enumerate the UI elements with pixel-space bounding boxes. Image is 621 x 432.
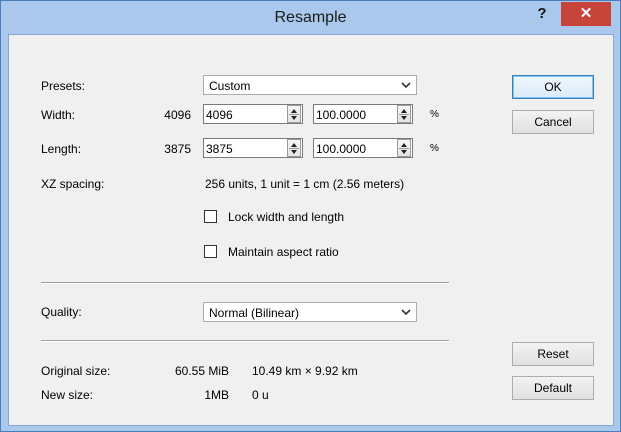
length-original: 3875 — [164, 142, 191, 156]
width-value: 4096 — [206, 108, 233, 122]
ok-button[interactable]: OK — [512, 75, 594, 99]
length-value: 3875 — [206, 142, 233, 156]
maintain-aspect-label[interactable]: Maintain aspect ratio — [228, 244, 339, 260]
width-percent-input[interactable]: 100.0000 — [313, 104, 413, 124]
quality-value: Normal (Bilinear) — [209, 306, 300, 320]
spin-down-icon — [401, 116, 407, 120]
presets-label: Presets: — [41, 79, 86, 93]
default-button[interactable]: Default — [512, 376, 594, 400]
separator — [41, 282, 449, 284]
quality-label: Quality: — [41, 305, 82, 319]
spin-up-icon — [401, 143, 407, 147]
separator — [41, 340, 449, 342]
resample-dialog: Resample ? ✕ Presets: Custom Width: 4096… — [0, 0, 621, 432]
spin-up-icon — [291, 109, 297, 113]
new-dimensions: 0 u — [252, 388, 269, 402]
chevron-down-icon — [401, 82, 411, 89]
help-button[interactable]: ? — [528, 1, 556, 29]
width-input[interactable]: 4096 — [203, 104, 303, 124]
maintain-aspect-checkbox[interactable] — [204, 245, 217, 258]
presets-value: Custom — [209, 79, 251, 93]
dialog-client-area: Presets: Custom Width: 4096 4096 100.000… — [8, 34, 614, 426]
xz-spacing-value: 256 units, 1 unit = 1 cm (2.56 meters) — [205, 177, 405, 191]
spin-down-icon — [291, 116, 297, 120]
width-original: 4096 — [164, 108, 191, 122]
original-dimensions: 10.49 km × 9.92 km — [252, 364, 358, 378]
width-unit: % — [430, 109, 439, 120]
chevron-down-icon — [401, 309, 411, 316]
length-percent-value: 100.0000 — [316, 142, 367, 156]
lock-width-length-checkbox[interactable] — [204, 210, 217, 223]
title-bar[interactable]: Resample ? ✕ — [1, 1, 620, 34]
width-label: Width: — [41, 108, 76, 122]
length-percent-input[interactable]: 100.0000 — [313, 138, 413, 158]
length-input[interactable]: 3875 — [203, 138, 303, 158]
spin-up-icon — [291, 143, 297, 147]
presets-dropdown[interactable]: Custom — [203, 75, 417, 95]
xz-spacing-label: XZ spacing: — [41, 177, 105, 191]
length-label: Length: — [41, 142, 82, 156]
quality-dropdown[interactable]: Normal (Bilinear) — [203, 302, 417, 322]
original-size-label: Original size: — [41, 364, 111, 378]
width-percent-value: 100.0000 — [316, 108, 367, 122]
length-spinner[interactable] — [287, 139, 301, 157]
length-percent-spinner[interactable] — [397, 139, 411, 157]
spin-down-icon — [401, 150, 407, 154]
lock-width-length-label[interactable]: Lock width and length — [228, 209, 344, 225]
original-size-value: 60.55 MiB — [174, 364, 229, 378]
new-size-value: 1MB — [204, 388, 229, 402]
new-size-label: New size: — [41, 388, 94, 402]
close-button[interactable]: ✕ — [561, 2, 611, 26]
spin-down-icon — [291, 150, 297, 154]
spin-up-icon — [401, 109, 407, 113]
cancel-button[interactable]: Cancel — [512, 110, 594, 134]
reset-button[interactable]: Reset — [512, 342, 594, 366]
width-percent-spinner[interactable] — [397, 105, 411, 123]
width-spinner[interactable] — [287, 105, 301, 123]
length-unit: % — [430, 143, 439, 154]
